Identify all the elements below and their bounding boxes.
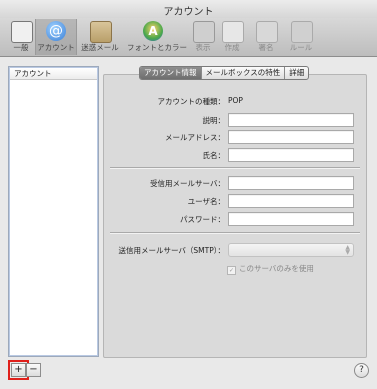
tab-account-info[interactable]: アカウント情報	[140, 67, 202, 79]
toolbar-rules[interactable]: ルール	[281, 19, 321, 55]
remove-account-button[interactable]: −	[26, 363, 41, 377]
rules-icon	[291, 21, 313, 43]
divider	[110, 232, 360, 234]
add-account-button[interactable]: +	[8, 360, 29, 380]
only-this-server-label: このサーバのみを使用	[239, 264, 314, 273]
username-input[interactable]	[228, 194, 354, 208]
compose-icon	[222, 21, 244, 43]
password-input[interactable]	[228, 212, 354, 226]
checkbox-icon[interactable]: ✓	[227, 266, 236, 275]
only-this-server-option[interactable]: ✓ このサーバのみを使用	[227, 263, 314, 275]
password-row: パスワード：	[103, 212, 365, 226]
incoming-server-input[interactable]	[228, 176, 354, 190]
tab-mailbox-behaviors[interactable]: メールボックスの特性	[202, 67, 286, 79]
preferences-window: アカウント 一般 @ アカウント 迷惑メール A フォントとカラー 表示 作成	[0, 0, 377, 389]
account-type-value: POP	[228, 96, 243, 105]
title-bar: アカウント	[0, 0, 377, 18]
outgoing-server-row: 送信用メールサーバ（SMTP）： ▲ ▼	[103, 243, 365, 257]
fullname-row: 氏名：	[103, 148, 365, 162]
toolbar-junk-mail[interactable]: 迷惑メール	[80, 19, 120, 55]
junk-mail-icon	[90, 21, 112, 43]
username-label: ユーザ名：	[187, 197, 225, 206]
fullname-input[interactable]	[228, 148, 354, 162]
username-row: ユーザ名：	[103, 194, 365, 208]
account-type-label: アカウントの種類：	[157, 97, 226, 106]
account-list[interactable]: アカウント	[8, 66, 99, 357]
incoming-server-label: 受信用メールサーバ：	[150, 179, 225, 188]
updown-arrows-icon: ▲ ▼	[345, 244, 350, 256]
account-list-header: アカウント	[10, 68, 97, 80]
divider	[110, 167, 360, 169]
fonts-colors-icon: A	[143, 21, 163, 41]
email-label: メールアドレス：	[165, 133, 225, 142]
tab-advanced[interactable]: 詳細	[285, 67, 308, 79]
help-button[interactable]: ?	[354, 363, 369, 378]
outgoing-server-select[interactable]: ▲ ▼	[228, 243, 354, 257]
password-label: パスワード：	[180, 215, 225, 224]
window-title: アカウント	[163, 7, 214, 18]
switch-icon	[11, 21, 33, 43]
toolbar: 一般 @ アカウント 迷惑メール A フォントとカラー 表示 作成 署名 ルール	[0, 18, 377, 57]
incoming-server-row: 受信用メールサーバ：	[103, 176, 365, 190]
description-label: 説明：	[202, 116, 226, 125]
email-row: メールアドレス：	[103, 130, 365, 144]
email-input[interactable]	[228, 130, 354, 144]
fullname-label: 氏名：	[202, 151, 226, 160]
description-row: 説明：	[103, 113, 365, 127]
outgoing-server-label: 送信用メールサーバ（SMTP）：	[118, 246, 225, 255]
toolbar-fonts-colors[interactable]: A フォントとカラー	[127, 19, 187, 55]
toolbar-accounts[interactable]: @ アカウント	[35, 19, 77, 55]
at-sign-icon: @	[46, 21, 66, 41]
signature-pen-icon	[256, 21, 278, 43]
account-tabs: アカウント情報 メールボックスの特性 詳細	[139, 66, 310, 80]
account-type-row: アカウントの種類： POP	[103, 95, 365, 107]
description-input[interactable]	[228, 113, 354, 127]
